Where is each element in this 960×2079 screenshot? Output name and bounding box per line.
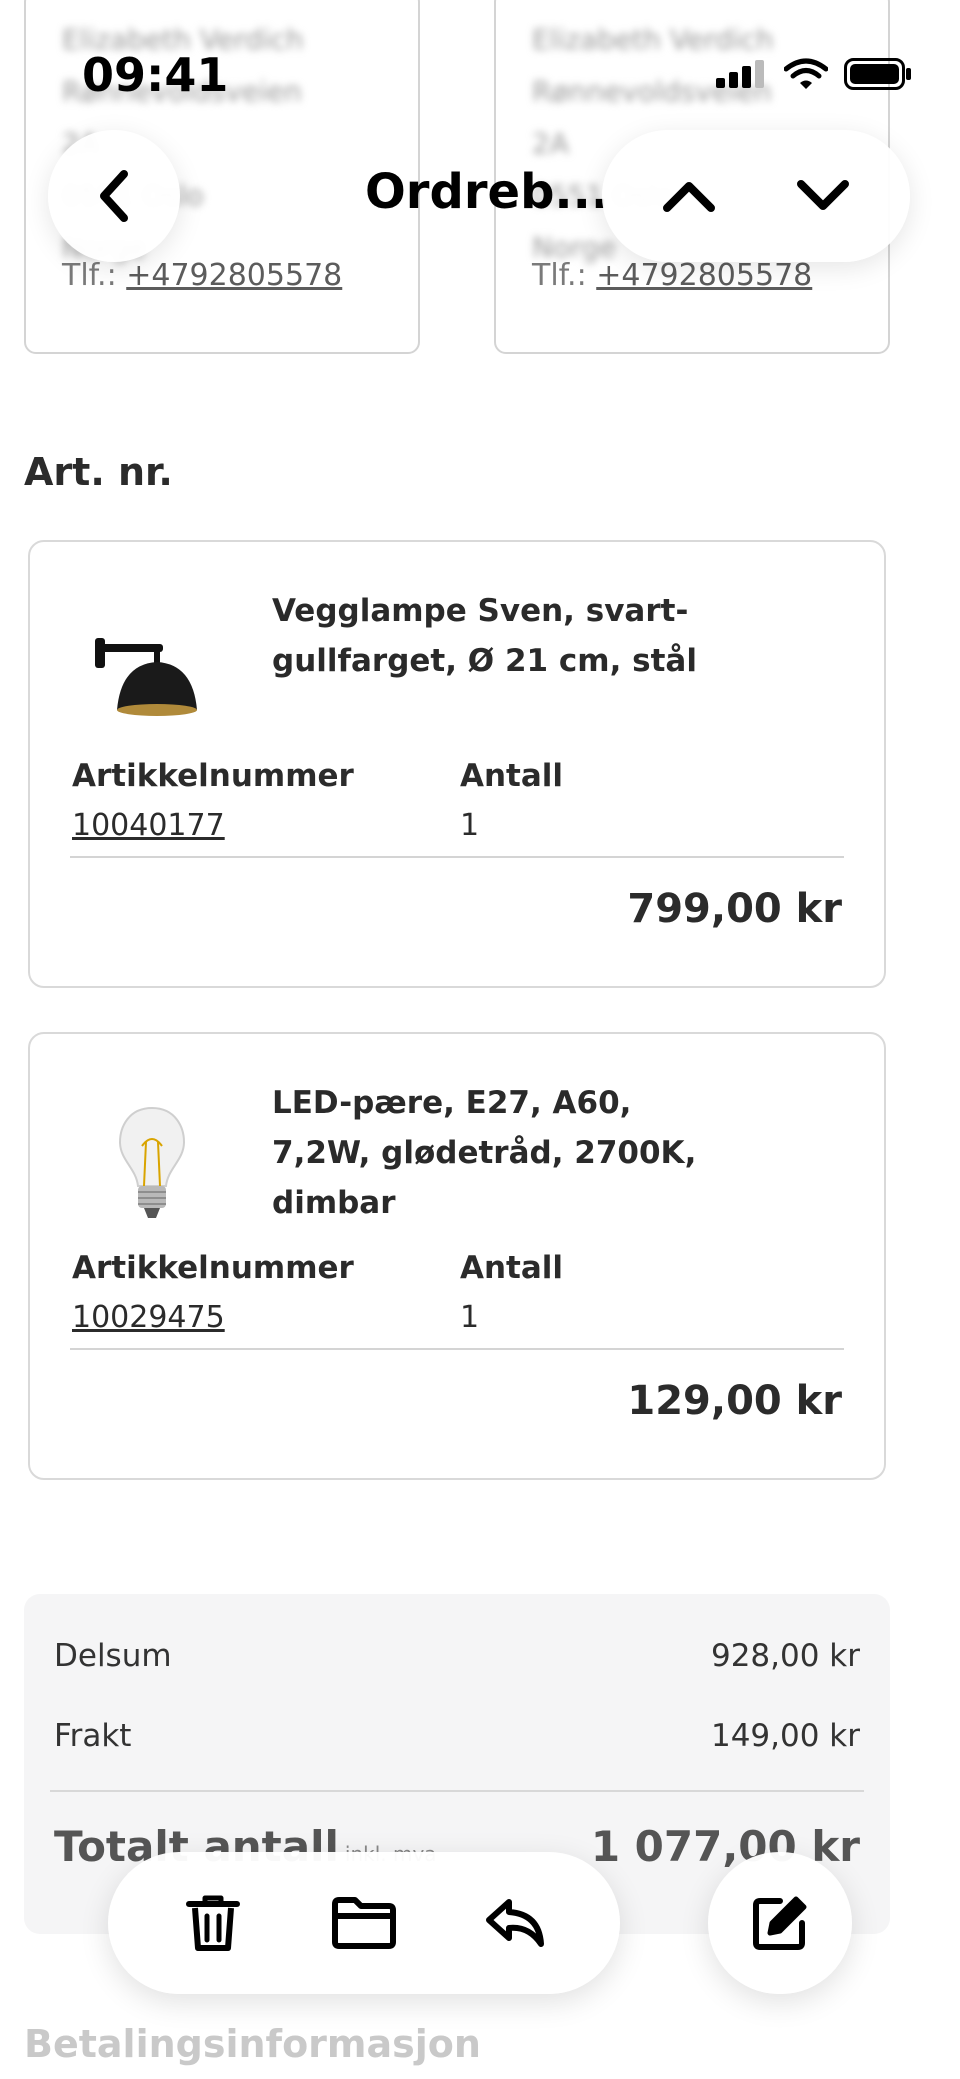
divider (70, 856, 844, 858)
status-bar: 09:41 (0, 0, 960, 150)
article-number-label: Artikkelnummer (72, 758, 354, 794)
divider (50, 1790, 864, 1792)
next-order-button[interactable] (778, 151, 868, 241)
order-item-card[interactable]: LED-pære, E27, A60, 7,2W, glødetråd, 270… (28, 1032, 886, 1480)
item-price: 129,00 kr (627, 1378, 842, 1424)
subtotal-value: 928,00 kr (710, 1638, 860, 1674)
items-section-title: Art. nr. (24, 450, 173, 494)
chevron-down-icon (797, 180, 849, 210)
edit-button[interactable] (708, 1852, 852, 1994)
quantity-value: 1 (460, 808, 480, 843)
address-phone: Tlf.: +4792805578 (62, 258, 343, 293)
status-time: 09:41 (82, 48, 229, 102)
article-number-link[interactable]: 10029475 (72, 1300, 225, 1335)
shipping-label: Frakt (54, 1718, 132, 1754)
phone-link[interactable]: +4792805578 (126, 258, 342, 293)
reply-icon (485, 1899, 544, 1947)
battery-icon (844, 58, 911, 90)
folder-icon (331, 1897, 396, 1949)
trash-icon (186, 1895, 241, 1951)
quantity-label: Antall (460, 1250, 564, 1286)
item-name: LED-pære, E27, A60, 7,2W, glødetråd, 270… (272, 1085, 697, 1221)
folder-button[interactable] (319, 1878, 409, 1968)
quantity-value: 1 (460, 1300, 480, 1335)
reply-button[interactable] (470, 1878, 560, 1968)
subtotal-row: Delsum 928,00 kr (54, 1638, 860, 1674)
article-number-link[interactable]: 10040177 (72, 808, 225, 843)
item-price: 799,00 kr (627, 886, 842, 932)
shipping-row: Frakt 149,00 kr (54, 1718, 860, 1754)
signal-icon (716, 60, 764, 88)
divider (70, 1348, 844, 1350)
address-phone: Tlf.: +4792805578 (532, 258, 813, 293)
back-button[interactable] (48, 130, 180, 262)
subtotal-label: Delsum (54, 1638, 172, 1674)
chevron-up-icon (663, 182, 715, 212)
light-bulb-icon (82, 1092, 222, 1232)
shipping-value: 149,00 kr (710, 1718, 860, 1754)
article-number-label: Artikkelnummer (72, 1250, 354, 1286)
bottom-toolbar (108, 1852, 620, 1994)
chevron-left-icon (100, 170, 128, 222)
order-navigation (602, 130, 910, 262)
item-name: Vegglampe Sven, svart-gullfarget, Ø 21 c… (272, 593, 697, 679)
wifi-icon (784, 58, 828, 89)
previous-order-button[interactable] (644, 151, 734, 241)
phone-link[interactable]: +4792805578 (596, 258, 812, 293)
page-title: Ordreb... (365, 164, 610, 220)
payment-section-title: Betalingsinformasjon (24, 2022, 481, 2066)
order-item-card[interactable]: Vegglampe Sven, svart-gullfarget, Ø 21 c… (28, 540, 886, 988)
quantity-label: Antall (460, 758, 564, 794)
delete-button[interactable] (168, 1878, 258, 1968)
wall-lamp-icon (82, 600, 222, 740)
edit-icon (753, 1896, 807, 1950)
